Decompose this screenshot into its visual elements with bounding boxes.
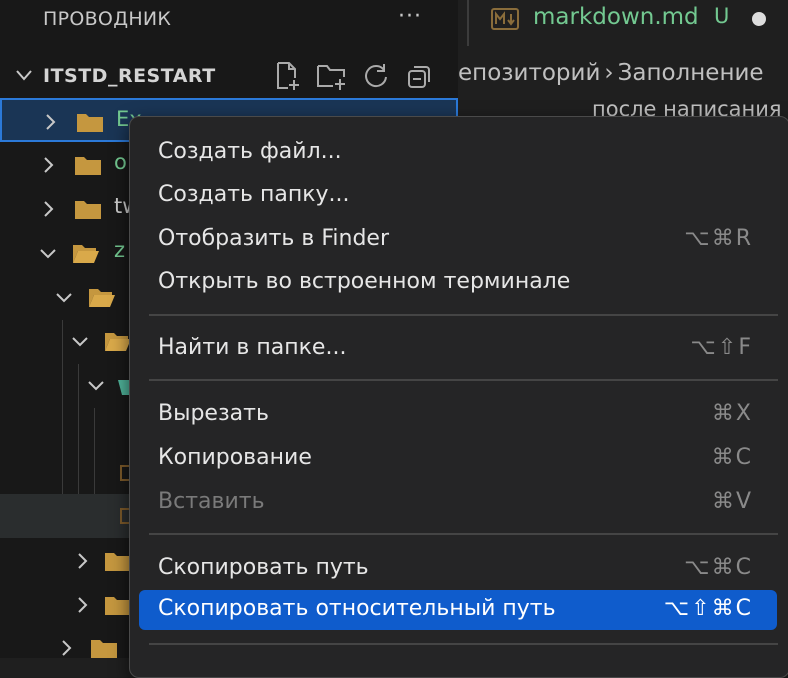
new-folder-icon	[317, 65, 345, 90]
menu-item-shortcut: ⌥⌘C	[684, 555, 753, 580]
folder-icon	[75, 201, 101, 219]
project-name: ITSTD_RESTART	[43, 65, 216, 87]
editor-line[interactable]: после написания	[592, 97, 788, 117]
chevron-right-icon[interactable]	[72, 595, 92, 615]
chevron-right-icon[interactable]	[56, 638, 76, 658]
chevron-right-icon[interactable]	[72, 551, 92, 571]
folder-icon	[105, 597, 131, 615]
menu-item-shortcut: ⌥⌘R	[684, 226, 753, 251]
tree-item-label: z	[114, 238, 126, 262]
menu-item-label: Создать папку...	[158, 182, 350, 207]
breadcrumb-item[interactable]: Заполнение	[618, 60, 764, 86]
project-actions	[272, 60, 436, 92]
menu-separator	[149, 314, 778, 316]
new-folder-button[interactable]	[316, 60, 348, 92]
menu-item-cut[interactable]: Вырезать ⌘X	[139, 395, 777, 435]
folder-icon	[75, 157, 101, 175]
chevron-down-icon[interactable]	[86, 375, 106, 395]
refresh-icon	[365, 64, 387, 88]
menu-item-label: Отобразить в Finder	[158, 226, 389, 251]
menu-item-label: Скопировать относительный путь	[158, 596, 556, 621]
menu-item-paste: Вставить ⌘V	[139, 483, 777, 523]
git-status-badge: U	[714, 4, 730, 28]
chevron-right-icon[interactable]	[38, 155, 58, 175]
menu-item-new-file[interactable]: Создать файл...	[139, 133, 777, 173]
folder-icon	[77, 114, 103, 132]
breadcrumb-item[interactable]: епозиторий	[458, 60, 600, 86]
chevron-down-icon[interactable]	[70, 331, 90, 351]
markdown-icon	[491, 8, 519, 30]
chevron-down-icon[interactable]	[38, 243, 58, 263]
collapse-all-button[interactable]	[404, 60, 436, 92]
menu-item-open-in-terminal[interactable]: Открыть во встроенном терминале	[139, 263, 777, 303]
refresh-button[interactable]	[360, 60, 392, 92]
editor-tab-bar: markdown.md U	[469, 0, 788, 46]
menu-item-reveal-in-finder[interactable]: Отобразить в Finder ⌥⌘R	[139, 220, 777, 260]
menu-item-label: Скопировать путь	[158, 555, 369, 580]
menu-item-shortcut: ⌘C	[711, 445, 753, 470]
menu-separator	[149, 643, 778, 645]
folder-icon	[105, 553, 131, 571]
menu-item-shortcut: ⌘X	[711, 401, 753, 426]
project-header[interactable]: ITSTD_RESTART	[0, 56, 458, 96]
folder-open-icon	[73, 245, 99, 263]
menu-item-find-in-folder[interactable]: Найти в папке... ⌥⇧F	[139, 329, 777, 369]
new-file-icon	[277, 62, 299, 90]
menu-item-label: Вырезать	[158, 401, 269, 426]
new-file-button[interactable]	[272, 60, 304, 92]
explorer-header: ПРОВОДНИК ···	[0, 0, 458, 40]
menu-item-copy-path[interactable]: Скопировать путь ⌥⌘C	[139, 549, 777, 589]
chevron-right-icon: ›	[604, 60, 614, 86]
chevron-down-icon[interactable]	[54, 287, 74, 307]
menu-item-label: Создать файл...	[158, 139, 342, 164]
collapse-all-icon	[408, 66, 430, 88]
tree-item-label: o	[114, 150, 127, 174]
chevron-right-icon[interactable]	[40, 112, 60, 132]
menu-item-label: Открыть во встроенном терминале	[158, 269, 571, 294]
folder-open-icon	[89, 289, 115, 307]
menu-item-copy-relative-path[interactable]: Скопировать относительный путь ⌥⇧⌘C	[139, 590, 777, 630]
menu-separator	[149, 533, 778, 535]
folder-open-icon	[105, 333, 131, 351]
menu-item-shortcut: ⌥⇧⌘C	[663, 596, 753, 621]
unsaved-dot-icon[interactable]	[752, 12, 766, 26]
chevron-down-icon[interactable]	[12, 63, 36, 87]
menu-item-shortcut: ⌘V	[711, 489, 753, 514]
menu-item-new-folder[interactable]: Создать папку...	[139, 176, 777, 216]
tab-markdown-md[interactable]: markdown.md	[533, 4, 699, 30]
menu-item-label: Копирование	[158, 445, 312, 470]
menu-item-label: Найти в папке...	[158, 335, 347, 360]
more-actions-icon[interactable]: ···	[398, 4, 422, 29]
menu-item-label: Вставить	[158, 489, 265, 514]
context-menu: Создать файл... Создать папку... Отобраз…	[129, 116, 788, 678]
explorer-title: ПРОВОДНИК	[43, 8, 172, 30]
folder-icon	[91, 640, 117, 658]
menu-item-copy[interactable]: Копирование ⌘C	[139, 439, 777, 479]
chevron-right-icon[interactable]	[38, 199, 58, 219]
menu-separator	[149, 379, 778, 381]
menu-item-shortcut: ⌥⇧F	[690, 335, 753, 360]
breadcrumb: епозиторий › Заполнение	[458, 60, 788, 96]
